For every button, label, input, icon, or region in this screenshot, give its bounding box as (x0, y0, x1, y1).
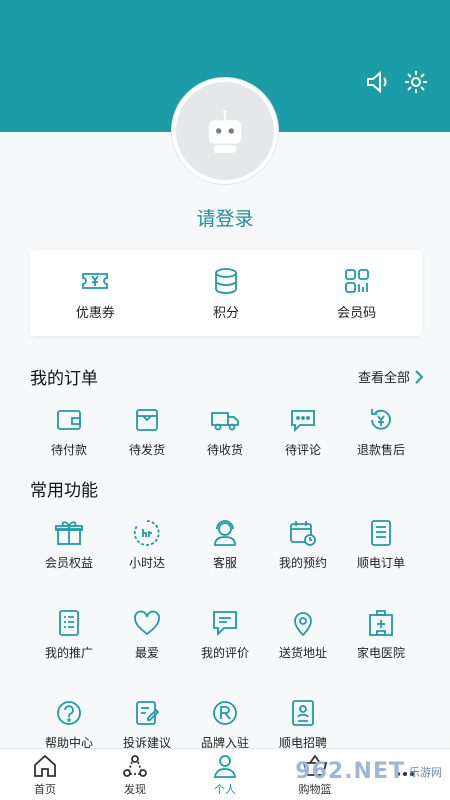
quick-actions-card: 优惠券 积分 会员码 (30, 250, 422, 336)
my-reviews[interactable]: 我的评价 (186, 608, 264, 661)
appliance-hospital[interactable]: 家电医院 (342, 608, 420, 661)
registered-icon (213, 701, 237, 725)
order-label: 待付款 (50, 443, 87, 457)
calendar-icon (290, 521, 316, 546)
resume-icon (292, 700, 314, 726)
gift-icon (55, 521, 83, 545)
box-icon (136, 409, 158, 431)
function-label: 家电医院 (356, 646, 405, 660)
function-label: 会员权益 (44, 556, 93, 570)
function-label: 我的评价 (200, 646, 249, 660)
order-pending-review[interactable]: 待评论 (264, 405, 342, 458)
order-label: 待发货 (128, 443, 165, 457)
document-list-icon (371, 520, 391, 546)
tab-label: 发现 (124, 782, 146, 796)
tab-me[interactable]: 个人 (180, 749, 270, 800)
watermark-text: 962.NET (295, 759, 405, 784)
function-label: 小时达 (128, 556, 165, 570)
member-code-label: 会员码 (337, 305, 377, 321)
order-pending-payment[interactable]: 待付款 (30, 405, 108, 458)
function-label: 我的推广 (44, 646, 93, 660)
see-all-label: 查看全部 (357, 371, 410, 386)
order-label: 待评论 (284, 443, 321, 457)
speaker-icon[interactable] (364, 68, 392, 96)
header-actions (364, 68, 430, 96)
favorites[interactable]: 最爱 (108, 608, 186, 661)
functions-row-2: 我的推广 最爱 我的评价 送货地址 家电医院 (30, 608, 420, 661)
customer-service[interactable]: 客服 (186, 518, 264, 571)
shundian-orders[interactable]: 顺电订单 (342, 518, 420, 571)
qr-code-icon (344, 268, 369, 293)
function-label: 送货地址 (278, 646, 327, 660)
message-icon (213, 611, 237, 637)
tab-discover[interactable]: 发现 (90, 749, 180, 800)
watermark: 962.NET 乐游网 (295, 759, 442, 784)
order-label: 待收货 (206, 443, 243, 457)
truck-icon (211, 412, 239, 431)
headset-icon (214, 520, 236, 546)
comment-icon (291, 410, 315, 433)
hour-delivery[interactable]: 小时达 (108, 518, 186, 571)
order-pending-receipt[interactable]: 待收货 (186, 405, 264, 458)
gear-icon[interactable] (402, 68, 430, 96)
coupon-icon (82, 272, 109, 289)
clock-icon (133, 520, 160, 546)
avatar[interactable] (172, 78, 278, 184)
my-promotion[interactable]: 我的推广 (30, 608, 108, 661)
login-link[interactable]: 请登录 (0, 204, 450, 231)
refund-icon (371, 409, 391, 430)
brand-join[interactable]: 品牌入驻 (186, 698, 264, 751)
list-doc-icon (59, 610, 79, 636)
help-center[interactable]: 帮助中心 (30, 698, 108, 751)
heart-icon (134, 610, 160, 636)
functions-row-3: 帮助中心 投诉建议 品牌入驻 顺电招聘 (30, 698, 420, 751)
function-label: 顺电订单 (356, 556, 405, 570)
order-label: 退款售后 (356, 443, 405, 457)
coupon-label: 优惠券 (75, 305, 115, 321)
chevron-right-icon (415, 369, 424, 384)
orders-title: 我的订单 (30, 369, 98, 389)
person-icon (213, 754, 237, 778)
edit-doc-icon (136, 701, 160, 725)
coupon-button[interactable]: 优惠券 (30, 250, 161, 336)
points-button[interactable]: 积分 (161, 250, 292, 336)
functions-row-1: 会员权益 小时达 客服 我的预约 顺电订单 (30, 518, 420, 571)
hospital-icon (369, 610, 393, 636)
tab-home[interactable]: 首页 (0, 749, 90, 800)
member-code-button[interactable]: 会员码 (291, 250, 422, 336)
tab-label: 个人 (214, 782, 236, 796)
member-benefits[interactable]: 会员权益 (30, 518, 108, 571)
robot-avatar-icon (176, 82, 274, 180)
function-label: 最爱 (134, 646, 159, 660)
watermark-sub: 乐游网 (409, 765, 442, 779)
function-label: 我的预约 (278, 556, 327, 570)
order-pending-shipment[interactable]: 待发货 (108, 405, 186, 458)
my-appointments[interactable]: 我的预约 (264, 518, 342, 571)
database-icon (215, 267, 237, 294)
orders-row: 待付款 待发货 待收货 待评论 退款售后 (30, 405, 420, 458)
wallet-icon (57, 410, 81, 430)
see-all-orders-link[interactable]: 查看全部 (358, 367, 424, 386)
location-pin-icon (294, 612, 312, 637)
tab-label: 首页 (34, 782, 56, 796)
discover-icon (123, 754, 147, 777)
delivery-address[interactable]: 送货地址 (264, 608, 342, 661)
complaints[interactable]: 投诉建议 (108, 698, 186, 751)
functions-title: 常用功能 (30, 481, 98, 501)
recruitment[interactable]: 顺电招聘 (264, 698, 342, 751)
question-icon (57, 701, 81, 725)
function-label: 客服 (212, 556, 237, 570)
order-refund[interactable]: 退款售后 (342, 405, 420, 458)
points-label: 积分 (213, 305, 240, 321)
home-icon (34, 754, 56, 777)
